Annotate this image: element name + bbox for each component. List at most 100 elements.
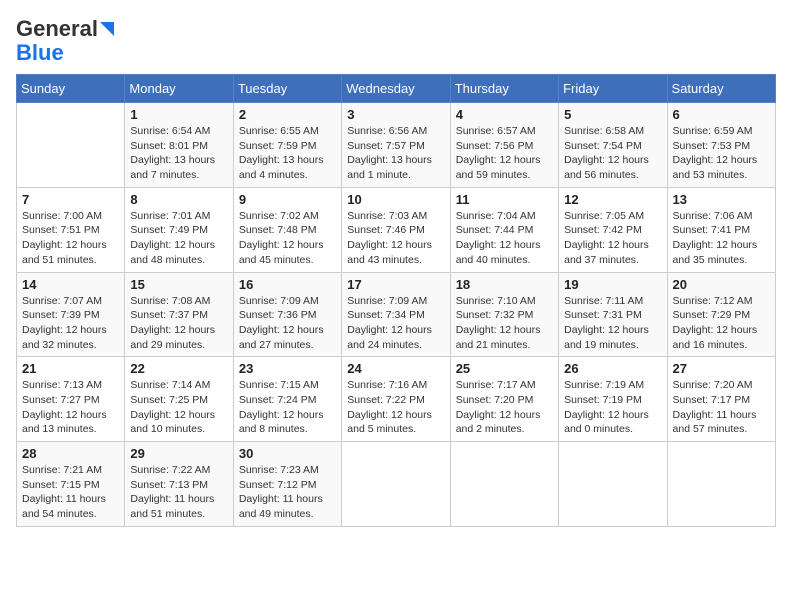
calendar-cell: 7 Sunrise: 7:00 AMSunset: 7:51 PMDaylight… [17, 187, 125, 272]
day-number: 21 [22, 361, 119, 376]
day-number: 14 [22, 277, 119, 292]
day-info: Sunrise: 7:14 AMSunset: 7:25 PMDaylight:… [130, 378, 227, 437]
header-saturday: Saturday [667, 75, 775, 103]
day-number: 24 [347, 361, 444, 376]
day-number: 25 [456, 361, 553, 376]
day-info: Sunrise: 7:11 AMSunset: 7:31 PMDaylight:… [564, 294, 661, 353]
day-number: 23 [239, 361, 336, 376]
day-number: 26 [564, 361, 661, 376]
day-number: 22 [130, 361, 227, 376]
calendar-cell [17, 103, 125, 188]
calendar-header-row: SundayMondayTuesdayWednesdayThursdayFrid… [17, 75, 776, 103]
calendar-cell [342, 442, 450, 527]
calendar-cell: 24 Sunrise: 7:16 AMSunset: 7:22 PMDayligh… [342, 357, 450, 442]
calendar-cell: 21 Sunrise: 7:13 AMSunset: 7:27 PMDayligh… [17, 357, 125, 442]
day-number: 29 [130, 446, 227, 461]
day-info: Sunrise: 7:09 AMSunset: 7:36 PMDaylight:… [239, 294, 336, 353]
logo: General Blue [16, 16, 114, 64]
logo-general: General [16, 16, 98, 42]
day-info: Sunrise: 6:59 AMSunset: 7:53 PMDaylight:… [673, 124, 770, 183]
calendar-cell: 19 Sunrise: 7:11 AMSunset: 7:31 PMDayligh… [559, 272, 667, 357]
calendar-week-row: 14 Sunrise: 7:07 AMSunset: 7:39 PMDayligh… [17, 272, 776, 357]
day-number: 6 [673, 107, 770, 122]
day-info: Sunrise: 7:02 AMSunset: 7:48 PMDaylight:… [239, 209, 336, 268]
day-info: Sunrise: 7:05 AMSunset: 7:42 PMDaylight:… [564, 209, 661, 268]
day-number: 9 [239, 192, 336, 207]
day-number: 16 [239, 277, 336, 292]
day-info: Sunrise: 7:07 AMSunset: 7:39 PMDaylight:… [22, 294, 119, 353]
calendar-week-row: 7 Sunrise: 7:00 AMSunset: 7:51 PMDaylight… [17, 187, 776, 272]
calendar-cell: 3 Sunrise: 6:56 AMSunset: 7:57 PMDaylight… [342, 103, 450, 188]
day-info: Sunrise: 6:54 AMSunset: 8:01 PMDaylight:… [130, 124, 227, 183]
day-number: 8 [130, 192, 227, 207]
header-thursday: Thursday [450, 75, 558, 103]
day-number: 19 [564, 277, 661, 292]
header-sunday: Sunday [17, 75, 125, 103]
day-number: 13 [673, 192, 770, 207]
calendar-cell: 10 Sunrise: 7:03 AMSunset: 7:46 PMDayligh… [342, 187, 450, 272]
day-info: Sunrise: 7:23 AMSunset: 7:12 PMDaylight:… [239, 463, 336, 522]
calendar-cell: 26 Sunrise: 7:19 AMSunset: 7:19 PMDayligh… [559, 357, 667, 442]
day-info: Sunrise: 6:56 AMSunset: 7:57 PMDaylight:… [347, 124, 444, 183]
day-number: 20 [673, 277, 770, 292]
day-info: Sunrise: 7:10 AMSunset: 7:32 PMDaylight:… [456, 294, 553, 353]
day-number: 4 [456, 107, 553, 122]
day-info: Sunrise: 7:09 AMSunset: 7:34 PMDaylight:… [347, 294, 444, 353]
calendar-cell: 1 Sunrise: 6:54 AMSunset: 8:01 PMDaylight… [125, 103, 233, 188]
calendar-cell: 25 Sunrise: 7:17 AMSunset: 7:20 PMDayligh… [450, 357, 558, 442]
calendar-cell: 12Sunrise: 7:05 AMSunset: 7:42 PMDayligh… [559, 187, 667, 272]
day-info: Sunrise: 7:22 AMSunset: 7:13 PMDaylight:… [130, 463, 227, 522]
day-info: Sunrise: 7:03 AMSunset: 7:46 PMDaylight:… [347, 209, 444, 268]
day-number: 28 [22, 446, 119, 461]
calendar-cell: 13 Sunrise: 7:06 AMSunset: 7:41 PMDayligh… [667, 187, 775, 272]
calendar-cell: 23Sunrise: 7:15 AMSunset: 7:24 PMDayligh… [233, 357, 341, 442]
calendar-cell [667, 442, 775, 527]
calendar-week-row: 28 Sunrise: 7:21 AMSunset: 7:15 PMDayligh… [17, 442, 776, 527]
day-info: Sunrise: 6:55 AMSunset: 7:59 PMDaylight:… [239, 124, 336, 183]
calendar-cell: 6 Sunrise: 6:59 AMSunset: 7:53 PMDaylight… [667, 103, 775, 188]
day-info: Sunrise: 7:13 AMSunset: 7:27 PMDaylight:… [22, 378, 119, 437]
day-info: Sunrise: 7:06 AMSunset: 7:41 PMDaylight:… [673, 209, 770, 268]
calendar-table: SundayMondayTuesdayWednesdayThursdayFrid… [16, 74, 776, 527]
calendar-cell: 17 Sunrise: 7:09 AMSunset: 7:34 PMDayligh… [342, 272, 450, 357]
day-number: 30 [239, 446, 336, 461]
day-number: 11 [456, 192, 553, 207]
day-number: 3 [347, 107, 444, 122]
day-number: 18 [456, 277, 553, 292]
logo-arrow-icon [100, 22, 114, 36]
day-info: Sunrise: 7:16 AMSunset: 7:22 PMDaylight:… [347, 378, 444, 437]
calendar-cell [450, 442, 558, 527]
day-info: Sunrise: 6:57 AMSunset: 7:56 PMDaylight:… [456, 124, 553, 183]
calendar-cell: 28 Sunrise: 7:21 AMSunset: 7:15 PMDayligh… [17, 442, 125, 527]
day-info: Sunrise: 7:19 AMSunset: 7:19 PMDaylight:… [564, 378, 661, 437]
day-info: Sunrise: 7:04 AMSunset: 7:44 PMDaylight:… [456, 209, 553, 268]
header-wednesday: Wednesday [342, 75, 450, 103]
calendar-cell: 30 Sunrise: 7:23 AMSunset: 7:12 PMDayligh… [233, 442, 341, 527]
calendar-week-row: 1 Sunrise: 6:54 AMSunset: 8:01 PMDaylight… [17, 103, 776, 188]
day-number: 1 [130, 107, 227, 122]
calendar-cell: 14 Sunrise: 7:07 AMSunset: 7:39 PMDayligh… [17, 272, 125, 357]
calendar-cell: 27Sunrise: 7:20 AMSunset: 7:17 PMDayligh… [667, 357, 775, 442]
header-monday: Monday [125, 75, 233, 103]
day-info: Sunrise: 7:12 AMSunset: 7:29 PMDaylight:… [673, 294, 770, 353]
day-info: Sunrise: 7:20 AMSunset: 7:17 PMDaylight:… [673, 378, 770, 437]
day-info: Sunrise: 7:00 AMSunset: 7:51 PMDaylight:… [22, 209, 119, 268]
day-number: 5 [564, 107, 661, 122]
calendar-cell [559, 442, 667, 527]
calendar-cell: 4 Sunrise: 6:57 AMSunset: 7:56 PMDaylight… [450, 103, 558, 188]
calendar-cell: 9 Sunrise: 7:02 AMSunset: 7:48 PMDaylight… [233, 187, 341, 272]
day-number: 17 [347, 277, 444, 292]
day-info: Sunrise: 7:17 AMSunset: 7:20 PMDaylight:… [456, 378, 553, 437]
day-number: 10 [347, 192, 444, 207]
day-number: 7 [22, 192, 119, 207]
calendar-cell: 16 Sunrise: 7:09 AMSunset: 7:36 PMDayligh… [233, 272, 341, 357]
day-info: Sunrise: 7:21 AMSunset: 7:15 PMDaylight:… [22, 463, 119, 522]
calendar-cell: 29 Sunrise: 7:22 AMSunset: 7:13 PMDayligh… [125, 442, 233, 527]
page-header: General Blue [16, 16, 776, 64]
calendar-cell: 11 Sunrise: 7:04 AMSunset: 7:44 PMDayligh… [450, 187, 558, 272]
day-info: Sunrise: 7:08 AMSunset: 7:37 PMDaylight:… [130, 294, 227, 353]
calendar-cell: 15Sunrise: 7:08 AMSunset: 7:37 PMDayligh… [125, 272, 233, 357]
header-tuesday: Tuesday [233, 75, 341, 103]
day-number: 2 [239, 107, 336, 122]
day-info: Sunrise: 7:01 AMSunset: 7:49 PMDaylight:… [130, 209, 227, 268]
